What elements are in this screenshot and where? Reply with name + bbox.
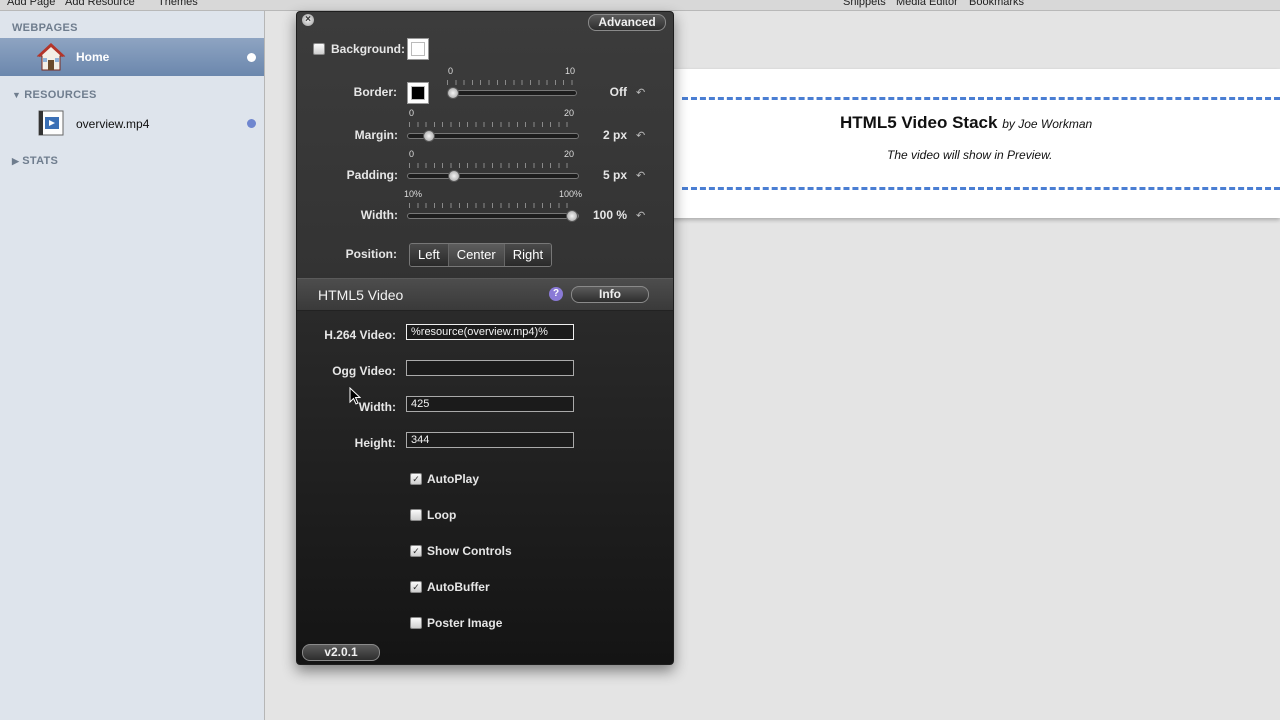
version-badge[interactable]: v2.0.1 <box>302 644 380 661</box>
disclosure-right-icon[interactable]: ▶ <box>12 156 19 167</box>
width-ticks <box>409 203 575 208</box>
info-button[interactable]: Info <box>571 286 649 303</box>
border-slider[interactable] <box>447 90 577 96</box>
poster-image-label: Poster Image <box>427 616 503 630</box>
background-checkbox[interactable] <box>313 43 325 55</box>
width-slider[interactable] <box>407 213 579 219</box>
margin-max-label: 20 <box>564 108 575 118</box>
bookmarks-button[interactable]: Bookmarks <box>969 0 1024 8</box>
add-resource-button[interactable]: Add Resource <box>65 0 135 8</box>
autoplay-label: AutoPlay <box>427 472 480 486</box>
loop-label: Loop <box>427 508 457 522</box>
position-left-button[interactable]: Left <box>410 244 449 266</box>
reset-arrow-icon[interactable]: ↶ <box>636 129 645 142</box>
webpages-header: WEBPAGES <box>12 22 78 34</box>
margin-slider-knob[interactable] <box>423 130 435 142</box>
position-right-button[interactable]: Right <box>504 244 552 266</box>
show-controls-label: Show Controls <box>427 544 512 558</box>
loop-checkbox[interactable] <box>410 509 422 521</box>
reset-arrow-icon[interactable]: ↶ <box>636 86 645 99</box>
background-color-well[interactable] <box>407 38 429 60</box>
width-max-label: 100% <box>559 189 583 199</box>
media-editor-button[interactable]: Media Editor <box>896 0 958 8</box>
padding-slider-knob[interactable] <box>448 170 460 182</box>
margin-label: Margin: <box>354 128 398 142</box>
padding-min-label: 0 <box>409 149 415 159</box>
width-label: Width: <box>360 208 398 222</box>
video-width-field[interactable]: 425 <box>406 396 574 412</box>
h264-video-field[interactable]: %resource(overview.mp4)% <box>406 324 574 340</box>
ogg-video-field[interactable] <box>406 360 574 376</box>
preview-title: HTML5 Video Stack by Joe Workman <box>840 113 1093 132</box>
border-color-well[interactable] <box>407 82 429 104</box>
show-controls-checkbox[interactable]: ✓ <box>410 545 422 557</box>
reset-arrow-icon[interactable]: ↶ <box>636 209 645 222</box>
resources-header[interactable]: ▼ RESOURCES <box>12 89 97 101</box>
autoplay-checkbox[interactable]: ✓ <box>410 473 422 485</box>
autobuffer-label: AutoBuffer <box>427 580 490 594</box>
border-min-label: 0 <box>448 66 454 76</box>
padding-slider[interactable] <box>407 173 579 179</box>
border-value: Off <box>609 85 627 99</box>
background-label: Background: <box>331 42 406 56</box>
sidebar-item-home[interactable]: Home <box>0 38 264 76</box>
video-height-label: Height: <box>354 436 396 450</box>
sidebar-item-label: overview.mp4 <box>76 117 150 131</box>
position-label: Position: <box>345 247 397 261</box>
margin-ticks <box>409 122 575 127</box>
h264-video-label: H.264 Video: <box>324 328 396 342</box>
disclosure-down-icon[interactable]: ▼ <box>12 90 21 100</box>
themes-button[interactable]: Themes <box>158 0 198 8</box>
padding-label: Padding: <box>346 168 398 182</box>
position-center-button[interactable]: Center <box>448 244 505 266</box>
help-icon[interactable]: ? <box>549 287 563 301</box>
film-icon <box>38 110 64 136</box>
sidebar-item-overview-mp4[interactable]: overview.mp4 <box>0 110 264 136</box>
reset-arrow-icon[interactable]: ↶ <box>636 169 645 182</box>
page-preview: HTML5 Video Stack by Joe Workman The vid… <box>672 69 1280 218</box>
preview-byline: by Joe Workman <box>1002 117 1093 131</box>
video-height-field[interactable]: 344 <box>406 432 574 448</box>
position-segmented-control: Left Center Right <box>409 243 553 267</box>
house-icon <box>36 43 66 71</box>
status-dot <box>247 53 256 62</box>
padding-ticks <box>409 163 575 168</box>
advanced-button[interactable]: Advanced <box>588 14 666 31</box>
stack-inspector: × Advanced Background: Border: 0 10 Off … <box>296 11 674 665</box>
border-slider-knob[interactable] <box>447 87 459 99</box>
border-ticks <box>447 80 575 85</box>
section-title: HTML5 Video <box>318 287 404 303</box>
stack-border-top <box>682 97 1280 100</box>
margin-min-label: 0 <box>409 108 415 118</box>
padding-max-label: 20 <box>564 149 575 159</box>
width-min-label: 10% <box>404 189 423 199</box>
video-width-label: Width: <box>358 400 396 414</box>
poster-image-checkbox[interactable] <box>410 617 422 629</box>
ogg-video-label: Ogg Video: <box>332 364 396 378</box>
section-header: HTML5 Video ? Info <box>297 278 673 311</box>
padding-value: 5 px <box>602 168 627 182</box>
mouse-pointer-icon <box>349 387 361 405</box>
sidebar-item-label: Home <box>76 50 110 64</box>
snippets-button[interactable]: Snippets <box>843 0 886 8</box>
margin-value: 2 px <box>602 128 627 142</box>
border-max-label: 10 <box>565 66 576 76</box>
sidebar: WEBPAGES Home ▼ RESOURCES overview.mp4 ▶ S… <box>0 11 265 720</box>
preview-note: The video will show in Preview. <box>887 148 1053 162</box>
stack-border-bottom <box>682 187 1280 190</box>
close-icon[interactable]: × <box>302 14 314 26</box>
border-label: Border: <box>353 85 397 99</box>
autobuffer-checkbox[interactable]: ✓ <box>410 581 422 593</box>
width-value: 100 % <box>592 208 627 222</box>
status-dot <box>247 119 256 128</box>
stats-header[interactable]: ▶ STATS <box>12 155 58 167</box>
add-page-button[interactable]: Add Page <box>7 0 55 8</box>
top-toolbar: Add Page Add Resource Themes Snippets Me… <box>0 0 1280 11</box>
